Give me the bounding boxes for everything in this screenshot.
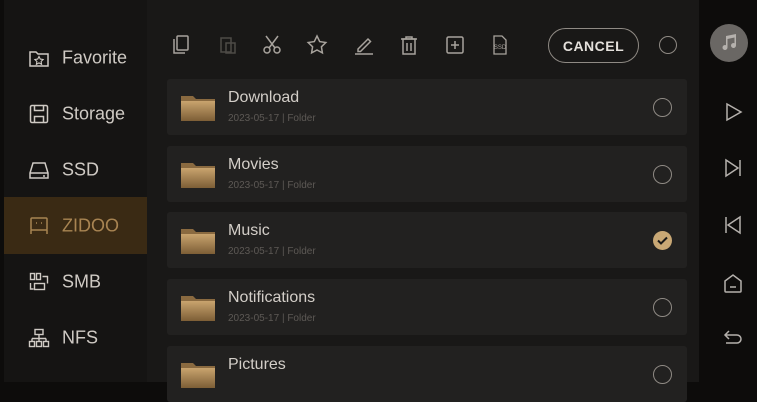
sidebar-item-label: NFS (62, 327, 98, 347)
sidebar-item-label: SMB (62, 271, 102, 291)
select-checkbox[interactable] (653, 298, 672, 317)
paste-icon[interactable] (217, 34, 239, 56)
sidebar-item-smb[interactable]: SMB (4, 253, 147, 310)
file-browser: SSD CANCEL Download 2023-05-17 | Folder … (147, 0, 699, 402)
folder-icon (181, 94, 215, 121)
select-checkbox[interactable] (653, 98, 672, 117)
folder-icon (181, 227, 215, 254)
storage-save-icon (28, 103, 50, 125)
play-icon[interactable] (721, 100, 745, 124)
media-control-panel (699, 0, 757, 382)
file-name: Music (228, 222, 270, 239)
select-checkbox[interactable] (653, 365, 672, 384)
folder-icon (181, 361, 215, 388)
file-row-pictures[interactable]: Pictures (167, 346, 687, 402)
ssd-transfer-icon[interactable]: SSD (489, 34, 511, 56)
music-note-icon[interactable] (710, 24, 748, 62)
smb-network-icon (28, 271, 50, 293)
select-checkbox[interactable] (653, 165, 672, 184)
file-meta: 2023-05-17 | Folder (228, 313, 316, 324)
sidebar-item-label: Storage (62, 103, 126, 123)
sidebar-item-label: SSD (62, 159, 100, 179)
file-name: Download (228, 89, 300, 106)
cut-icon[interactable] (261, 34, 283, 56)
file-name: Notifications (228, 289, 316, 306)
nfs-network-icon (28, 327, 50, 349)
file-meta: 2023-05-17 | Folder (228, 246, 316, 257)
folder-icon (181, 161, 215, 188)
folder-icon (181, 294, 215, 321)
select-all-checkbox[interactable] (659, 36, 677, 54)
checkmark-icon (657, 236, 668, 245)
file-row-music[interactable]: Music 2023-05-17 | Folder (167, 212, 687, 268)
svg-text:SSD: SSD (494, 45, 507, 51)
sidebar-item-nfs[interactable]: NFS (4, 309, 147, 366)
file-name: Movies (228, 156, 279, 173)
file-name: Pictures (228, 356, 286, 373)
file-meta: 2023-05-17 | Folder (228, 180, 316, 191)
cancel-button[interactable]: CANCEL (548, 28, 639, 63)
file-row-download[interactable]: Download 2023-05-17 | Folder (167, 79, 687, 135)
star-icon[interactable] (306, 34, 328, 56)
new-folder-icon[interactable] (444, 34, 466, 56)
rename-icon[interactable] (353, 34, 375, 56)
toolbar: SSD CANCEL (147, 0, 699, 75)
sidebar-item-storage[interactable]: Storage (4, 85, 147, 142)
file-row-notifications[interactable]: Notifications 2023-05-17 | Folder (167, 279, 687, 335)
sidebar-item-zidoo[interactable]: ZIDOO (4, 197, 147, 254)
select-checkbox-checked[interactable] (653, 231, 672, 250)
ssd-drive-icon (28, 159, 50, 181)
back-icon[interactable] (721, 326, 745, 350)
copy-icon[interactable] (170, 34, 192, 56)
sidebar-item-favorite[interactable]: Favorite (4, 29, 147, 86)
sidebar-item-label: Favorite (62, 47, 128, 67)
previous-track-icon[interactable] (721, 213, 745, 237)
sidebar: Favorite Storage SSD ZIDOO SMB NFS (4, 0, 147, 382)
next-track-icon[interactable] (721, 156, 745, 180)
favorite-folder-icon (28, 47, 50, 69)
file-row-movies[interactable]: Movies 2023-05-17 | Folder (167, 146, 687, 202)
sidebar-item-ssd[interactable]: SSD (4, 141, 147, 198)
sidebar-item-label: ZIDOO (62, 215, 119, 235)
file-meta: 2023-05-17 | Folder (228, 113, 316, 124)
delete-icon[interactable] (398, 34, 420, 56)
home-icon[interactable] (721, 271, 745, 295)
zidoo-device-icon (28, 215, 50, 237)
